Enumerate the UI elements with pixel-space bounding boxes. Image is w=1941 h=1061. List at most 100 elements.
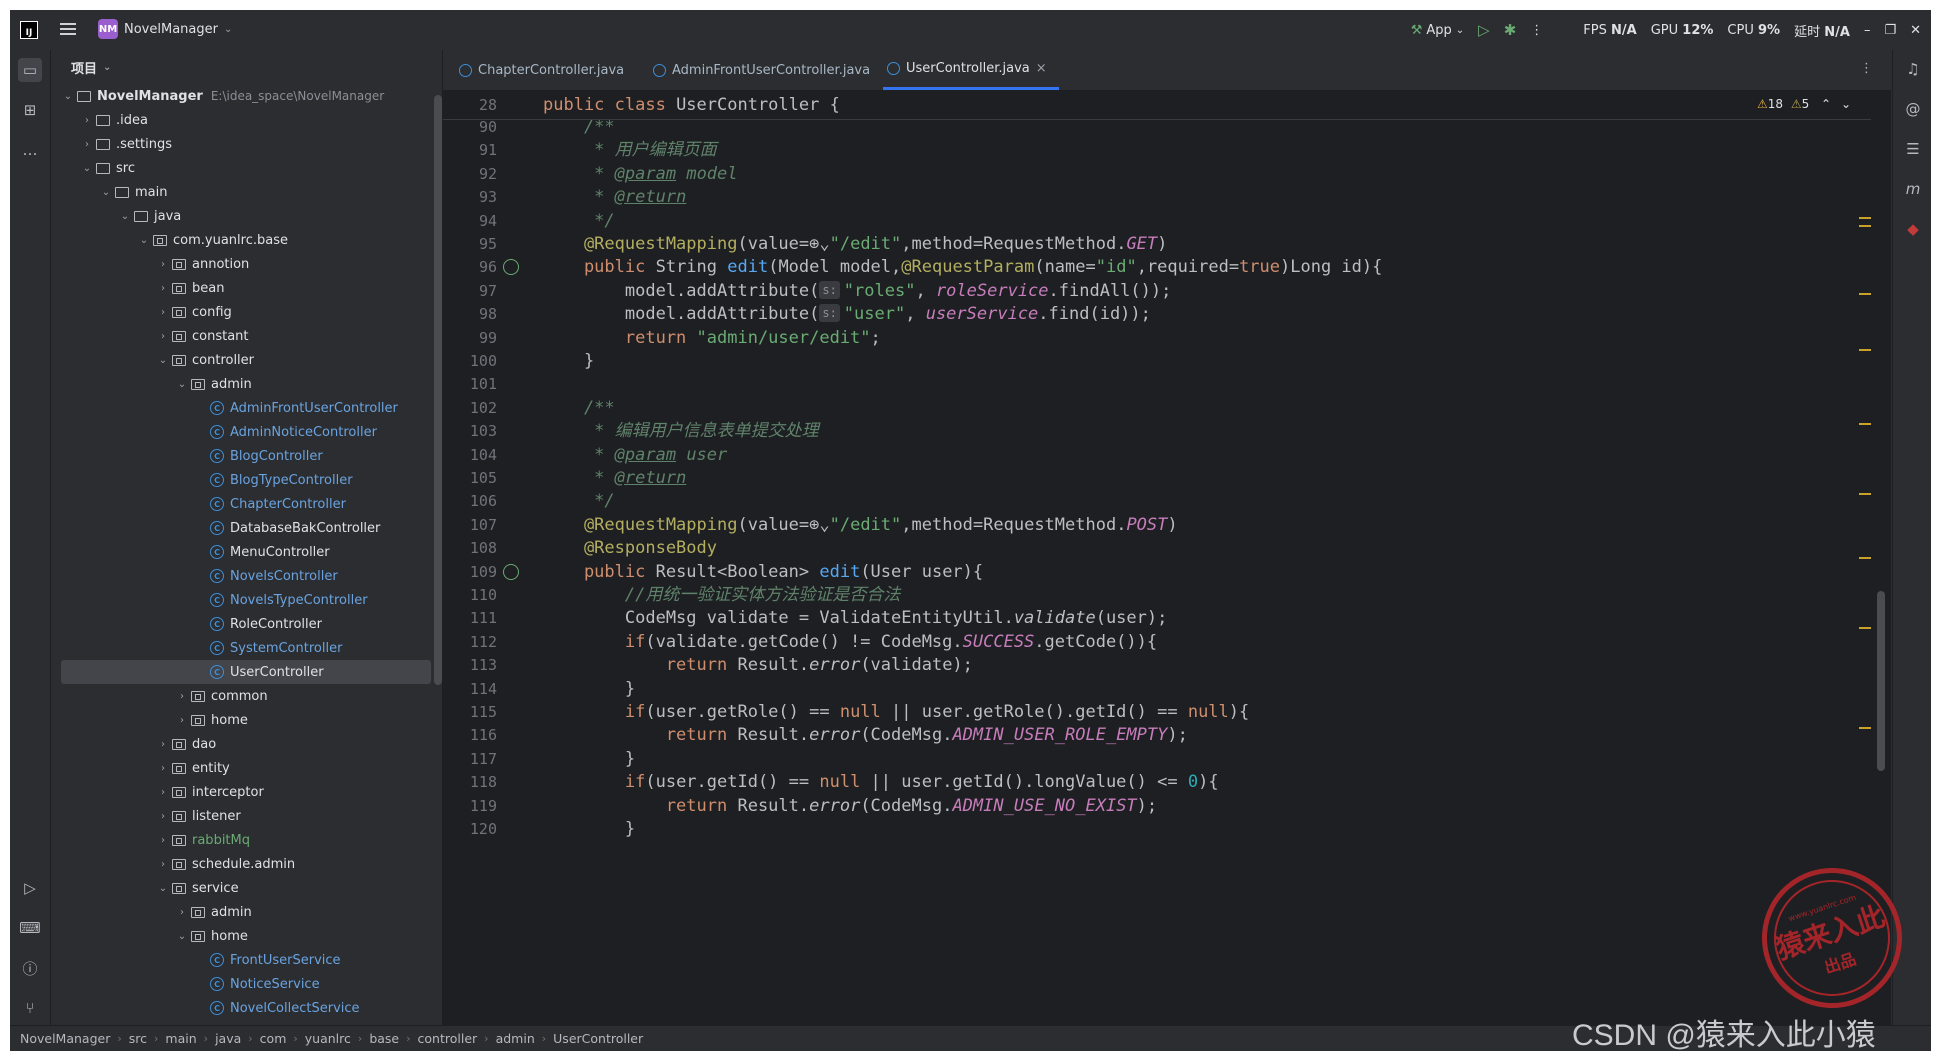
chevron-down-icon[interactable]: ⌄ [118, 211, 132, 222]
code-editor[interactable]: 28 public class UserController { ⚠18 ⚠5 … [443, 91, 1891, 1025]
tree-item[interactable]: › entity [51, 756, 431, 780]
tree-item[interactable]: C BlogController [51, 444, 431, 468]
line-number[interactable]: 108 [443, 536, 497, 560]
chevron-right-icon[interactable]: › [175, 691, 189, 702]
tree-item[interactable]: › config [51, 300, 431, 324]
code-line[interactable]: return "admin/user/edit"; [543, 326, 881, 350]
breadcrumb-item[interactable]: admin [496, 1031, 535, 1046]
tree-item[interactable]: C NovelsTypeController [51, 588, 431, 612]
line-number[interactable]: 113 [443, 653, 497, 677]
tree-item[interactable]: › admin [51, 900, 431, 924]
breadcrumb-item[interactable]: com [260, 1031, 287, 1046]
breadcrumb-item[interactable]: java [215, 1031, 241, 1046]
code-line[interactable]: public Result<Boolean> edit(User user){ [543, 560, 983, 584]
chevron-down-icon[interactable]: ⌄ [137, 235, 151, 246]
chevron-down-icon[interactable]: ⌄ [156, 883, 170, 894]
error-stripe-mark[interactable] [1859, 423, 1871, 425]
line-number[interactable]: 115 [443, 700, 497, 724]
code-line[interactable]: * @param user [543, 443, 727, 467]
tree-item[interactable]: C AdminNoticeController [51, 420, 431, 444]
line-number[interactable]: 102 [443, 396, 497, 420]
tree-item[interactable]: ⌄ src [51, 156, 431, 180]
breadcrumb-item[interactable]: main [165, 1031, 196, 1046]
tree-item[interactable]: ⌄ service [51, 876, 431, 900]
tree-item[interactable]: › dao [51, 732, 431, 756]
inspection-widget[interactable]: ⚠18 ⚠5 ⌃ ⌄ [1757, 97, 1851, 111]
tree-item[interactable]: C ChapterController [51, 492, 431, 516]
line-number[interactable]: 91 [443, 138, 497, 162]
error-stripe-mark[interactable] [1859, 727, 1871, 729]
breadcrumb-item[interactable]: src [129, 1031, 147, 1046]
project-scrollbar[interactable] [434, 95, 442, 685]
line-number[interactable]: 96 [443, 255, 497, 279]
chevron-right-icon[interactable]: › [156, 739, 170, 750]
code-line[interactable]: return Result.error(CodeMsg.ADMIN_USER_R… [543, 723, 1188, 747]
code-line[interactable]: } [543, 677, 635, 701]
line-number[interactable]: 117 [443, 747, 497, 771]
tab-options-icon[interactable]: ⋮ [1860, 61, 1873, 76]
code-line[interactable]: return Result.error(validate); [543, 653, 973, 677]
code-line[interactable]: * 编辑用户信息表单提交处理 [543, 419, 818, 443]
error-stripe-mark[interactable] [1859, 627, 1871, 629]
tree-item[interactable]: ⌄ com.yuanlrc.base [51, 228, 431, 252]
line-number[interactable]: 109 [443, 560, 497, 584]
line-number[interactable]: 118 [443, 770, 497, 794]
code-line[interactable]: } [543, 747, 635, 771]
line-number[interactable]: 105 [443, 466, 497, 490]
tree-item[interactable]: C DatabaseBakController [51, 516, 431, 540]
chevron-right-icon[interactable]: › [156, 763, 170, 774]
chevron-right-icon[interactable]: › [80, 115, 94, 126]
services-icon[interactable]: ▷ [18, 876, 42, 900]
close-icon[interactable]: ✕ [1910, 23, 1921, 38]
chevron-down-icon[interactable]: ⌄ [175, 379, 189, 390]
chevron-right-icon[interactable]: › [156, 859, 170, 870]
error-stripe-mark[interactable] [1859, 349, 1871, 351]
line-number[interactable]: 100 [443, 349, 497, 373]
code-line[interactable]: } [543, 817, 635, 841]
tree-item[interactable]: C BlogTypeController [51, 468, 431, 492]
terminal-icon[interactable]: ⌨ [18, 916, 42, 940]
line-number[interactable]: 120 [443, 817, 497, 841]
breadcrumb-item[interactable]: yuanlrc [305, 1031, 351, 1046]
chevron-down-icon[interactable]: ⌄ [156, 355, 170, 366]
web-endpoint-gutter-icon[interactable] [503, 563, 519, 580]
tab-chapter-controller[interactable]: ChapterController.java [459, 50, 624, 90]
line-number[interactable]: 99 [443, 326, 497, 350]
code-line[interactable]: if(user.getId() == null || user.getId().… [543, 770, 1219, 794]
problems-icon[interactable]: ⓘ [18, 956, 42, 980]
chevron-down-icon[interactable]: ⌄ [99, 187, 113, 198]
tree-item[interactable]: › listener [51, 804, 431, 828]
chevron-down-icon[interactable]: ⌄ [61, 91, 75, 102]
chevron-right-icon[interactable]: › [156, 787, 170, 798]
intellij-logo-icon[interactable]: IJ [20, 21, 38, 39]
git-icon[interactable]: ⑂ [18, 996, 42, 1020]
chevron-right-icon[interactable]: › [156, 283, 170, 294]
debug-icon[interactable]: ✱ [1504, 21, 1517, 39]
code-line[interactable]: public String edit(Model model,@RequestP… [543, 255, 1382, 279]
tree-item[interactable]: C NovelCollectService [51, 996, 431, 1020]
tree-item[interactable]: › .idea [51, 108, 431, 132]
notifications-icon[interactable]: ♫ [1902, 58, 1924, 80]
code-line[interactable]: model.addAttribute(s: "roles", roleServic… [543, 279, 1171, 303]
line-number[interactable]: 94 [443, 209, 497, 233]
breadcrumb-item[interactable]: base [369, 1031, 399, 1046]
code-line[interactable]: */ [543, 209, 614, 233]
code-line[interactable]: @ResponseBody [543, 536, 717, 560]
error-stripe-mark[interactable] [1859, 493, 1871, 495]
code-line[interactable]: @RequestMapping(value=⊕⌄"/edit",method=R… [543, 513, 1178, 537]
maven-icon[interactable]: m [1902, 178, 1924, 200]
error-stripe-mark[interactable] [1859, 217, 1871, 219]
code-line[interactable]: if(user.getRole() == null || user.getRol… [543, 700, 1249, 724]
tree-item[interactable]: › constant [51, 324, 431, 348]
tree-item[interactable]: C SystemController [51, 636, 431, 660]
chevron-down-icon[interactable]: ⌄ [80, 163, 94, 174]
line-number[interactable]: 112 [443, 630, 497, 654]
tree-item[interactable]: › home [51, 708, 431, 732]
tree-item[interactable]: ⌄ main [51, 180, 431, 204]
code-line[interactable]: //用统一验证实体方法验证是否合法 [543, 583, 900, 607]
line-number[interactable]: 106 [443, 489, 497, 513]
tree-item[interactable]: ⌄ home [51, 924, 431, 948]
tree-item[interactable]: C NovelsController [51, 564, 431, 588]
editor-scrollbar[interactable] [1877, 591, 1885, 771]
line-number[interactable]: 103 [443, 419, 497, 443]
